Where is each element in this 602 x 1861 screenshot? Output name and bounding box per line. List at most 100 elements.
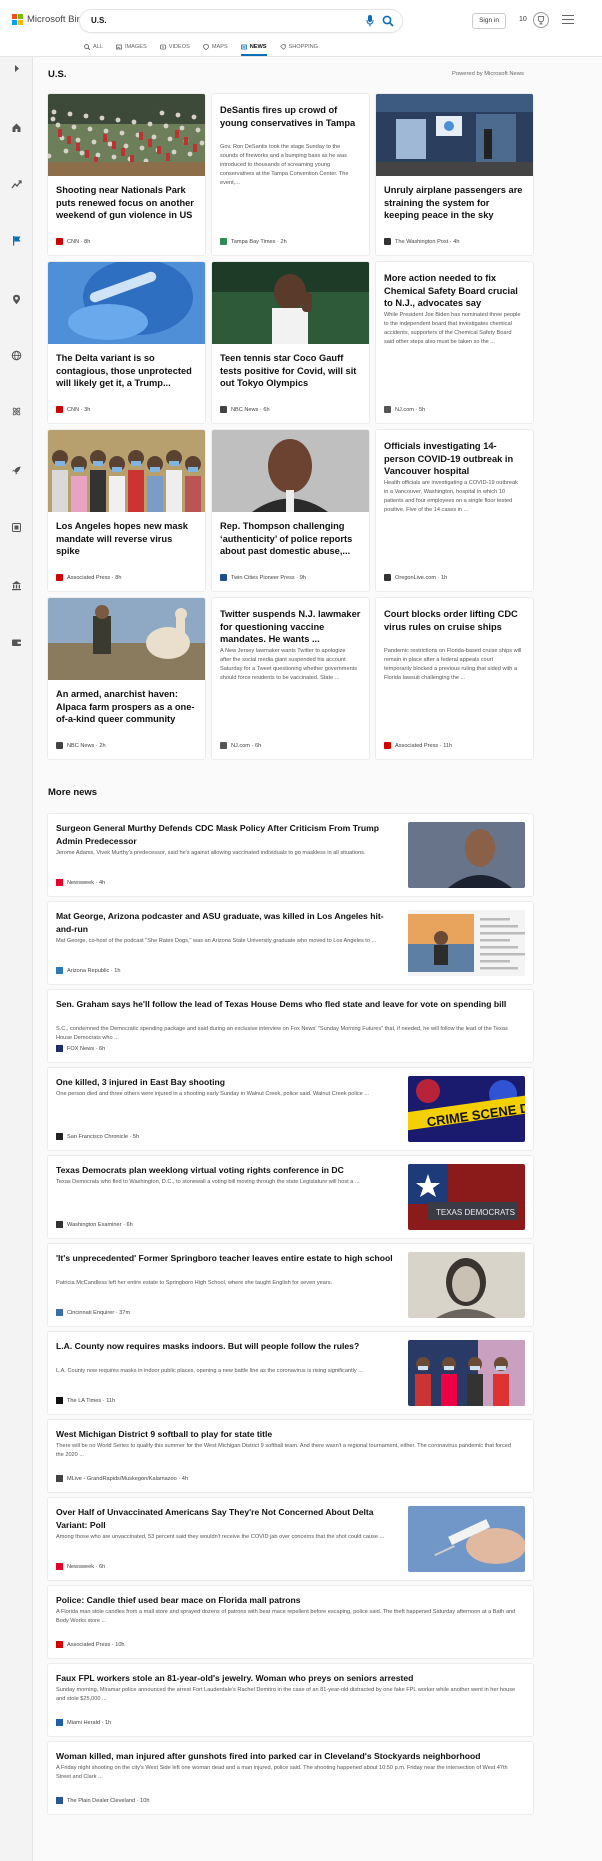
tab-videos[interactable]: VIDEOS <box>159 40 190 54</box>
card-title[interactable]: DeSantis fires up crowd of young conserv… <box>220 104 362 129</box>
card-title[interactable]: Teen tennis star Coco Gauff tests positi… <box>220 352 362 390</box>
vaccine-gloves-image[interactable] <box>48 262 205 344</box>
tab-images[interactable]: IMAGES <box>116 40 147 54</box>
card-title[interactable]: Twitter suspends N.J. lawmaker for quest… <box>220 608 362 646</box>
bing-logo[interactable]: Microsoft Bing <box>12 14 87 25</box>
crime-scene-tape-image[interactable]: CRIME SCENE D <box>408 1076 525 1142</box>
news-row[interactable]: Texas Democrats plan weeklong virtual vo… <box>48 1156 533 1238</box>
news-card[interactable]: Twitter suspends N.J. lawmaker for quest… <box>212 598 369 759</box>
card-title[interactable]: Unruly airplane passengers are straining… <box>384 184 526 222</box>
row-source[interactable]: Cincinnati Enquirer · 37m <box>56 1309 130 1316</box>
card-source[interactable]: CNN · 3h <box>56 406 90 413</box>
microphone-icon[interactable] <box>366 15 374 27</box>
news-card[interactable]: Shooting near Nationals Park puts renewe… <box>48 94 205 255</box>
search-box[interactable]: U.S. <box>80 10 402 32</box>
vintage-portrait-image[interactable] <box>408 1252 525 1318</box>
row-source[interactable]: The Plain Dealer Cleveland · 10h <box>56 1797 149 1804</box>
portrait-surgeon-general-image[interactable] <box>408 822 525 888</box>
card-title[interactable]: An armed, anarchist haven: Alpaca farm p… <box>56 688 198 726</box>
row-source[interactable]: The LA Times · 11h <box>56 1397 115 1404</box>
row-title[interactable]: Surgeon General Murthy Defends CDC Mask … <box>56 822 401 847</box>
card-source[interactable]: CNN · 8h <box>56 238 90 245</box>
news-card[interactable]: More action needed to fix Chemical Safet… <box>376 262 533 423</box>
news-card[interactable]: Teen tennis star Coco Gauff tests positi… <box>212 262 369 423</box>
news-row[interactable]: L.A. County now requires masks indoors. … <box>48 1332 533 1414</box>
card-source[interactable]: Associated Press · 11h <box>384 742 452 749</box>
card-source[interactable]: Twin Cities Pioneer Press · 9h <box>220 574 306 581</box>
news-row[interactable]: Woman killed, man injured after gunshots… <box>48 1742 533 1814</box>
row-source[interactable]: Newsweek · 4h <box>56 879 105 886</box>
news-row[interactable]: Surgeon General Murthy Defends CDC Mask … <box>48 814 533 896</box>
card-title[interactable]: Shooting near Nationals Park puts renewe… <box>56 184 198 222</box>
row-title[interactable]: Police: Candle thief used bear mace on F… <box>56 1594 526 1607</box>
airport-terminal-image[interactable] <box>376 94 533 176</box>
news-row[interactable]: Sen. Graham says he'll follow the lead o… <box>48 990 533 1062</box>
sidebar-trending[interactable] <box>9 177 23 191</box>
row-title[interactable]: One killed, 3 injured in East Bay shooti… <box>56 1076 401 1089</box>
card-title[interactable]: More action needed to fix Chemical Safet… <box>384 272 526 310</box>
social-post-beach-image[interactable] <box>408 910 525 976</box>
sidebar-us[interactable] <box>9 233 23 247</box>
sidebar-entertainment[interactable] <box>9 520 23 534</box>
tab-shopping[interactable]: SHOPPING <box>279 40 318 54</box>
news-card[interactable]: Officials investigating 14-person COVID-… <box>376 430 533 591</box>
row-title[interactable]: Texas Democrats plan weeklong virtual vo… <box>56 1164 401 1177</box>
row-source[interactable]: Newsweek · 6h <box>56 1563 105 1570</box>
row-title[interactable]: West Michigan District 9 softball to pla… <box>56 1428 526 1441</box>
tab-maps[interactable]: MAPS <box>202 40 228 54</box>
row-title[interactable]: Woman killed, man injured after gunshots… <box>56 1750 526 1763</box>
card-source[interactable]: NJ.com · 5h <box>384 406 425 413</box>
news-row[interactable]: Faux FPL workers stole an 81-year-old's … <box>48 1664 533 1736</box>
row-title[interactable]: 'It's unprecedented' Former Springboro t… <box>56 1252 401 1265</box>
rewards-count[interactable]: 10 <box>519 16 527 23</box>
alpaca-farm-image[interactable] <box>48 598 205 680</box>
texas-democrats-sign-image[interactable]: TEXAS DEMOCRATS <box>408 1164 525 1230</box>
row-title[interactable]: Over Half of Unvaccinated Americans Say … <box>56 1506 401 1531</box>
news-row[interactable]: Police: Candle thief used bear mace on F… <box>48 1586 533 1658</box>
baseball-stadium-crowd-image[interactable] <box>48 94 205 176</box>
news-row[interactable]: Over Half of Unvaccinated Americans Say … <box>48 1498 533 1580</box>
news-card[interactable]: An armed, anarchist haven: Alpaca farm p… <box>48 598 205 759</box>
tab-news[interactable]: NEWS <box>240 40 267 56</box>
search-query[interactable]: U.S. <box>91 16 107 25</box>
sidebar-science[interactable] <box>9 405 23 419</box>
news-card[interactable]: Unruly airplane passengers are straining… <box>376 94 533 255</box>
card-source[interactable]: NBC News · 6h <box>220 406 270 413</box>
news-row[interactable]: 'It's unprecedented' Former Springboro t… <box>48 1244 533 1326</box>
menu-hamburger-icon[interactable] <box>562 15 574 25</box>
card-source[interactable]: Associated Press · 8h <box>56 574 121 581</box>
sidebar-local[interactable] <box>9 292 23 306</box>
sidebar-politics[interactable] <box>9 579 23 593</box>
sidebar-home[interactable] <box>9 121 23 135</box>
card-title[interactable]: Los Angeles hopes new mask mandate will … <box>56 520 198 558</box>
card-title[interactable]: The Delta variant is so contagious, thos… <box>56 352 198 390</box>
card-source[interactable]: OregonLive.com · 1h <box>384 574 447 581</box>
sidebar-world[interactable] <box>9 349 23 363</box>
row-source[interactable]: Miami Herald · 1h <box>56 1719 111 1726</box>
tennis-player-image[interactable] <box>212 262 369 344</box>
portrait-man-image[interactable] <box>212 430 369 512</box>
row-title[interactable]: Mat George, Arizona podcaster and ASU gr… <box>56 910 401 935</box>
card-source[interactable]: Tampa Bay Times · 2h <box>220 238 287 245</box>
news-row[interactable]: Mat George, Arizona podcaster and ASU gr… <box>48 902 533 984</box>
card-source[interactable]: The Washington Post · 4h <box>384 238 460 245</box>
search-icon[interactable] <box>382 15 394 27</box>
news-row[interactable]: One killed, 3 injured in East Bay shooti… <box>48 1068 533 1150</box>
row-source[interactable]: MLive - GrandRapids/Muskegon/Kalamazoo ·… <box>56 1475 188 1482</box>
sidebar-business[interactable] <box>9 635 23 649</box>
card-title[interactable]: Court blocks order lifting CDC virus rul… <box>384 608 526 633</box>
row-source[interactable]: Arizona Republic · 1h <box>56 967 121 974</box>
row-source[interactable]: Washington Examiner · 6h <box>56 1221 133 1228</box>
news-card[interactable]: The Delta variant is so contagious, thos… <box>48 262 205 423</box>
card-source[interactable]: NJ.com · 6h <box>220 742 261 749</box>
row-title[interactable]: L.A. County now requires masks indoors. … <box>56 1340 401 1353</box>
row-source[interactable]: FOX News · 6h <box>56 1045 105 1052</box>
row-source[interactable]: San Francisco Chronicle · 5h <box>56 1133 139 1140</box>
card-source[interactable]: NBC News · 2h <box>56 742 106 749</box>
card-title[interactable]: Officials investigating 14-person COVID-… <box>384 440 526 478</box>
news-card[interactable]: DeSantis fires up crowd of young conserv… <box>212 94 369 255</box>
row-title[interactable]: Sen. Graham says he'll follow the lead o… <box>56 998 526 1011</box>
sidebar-expand[interactable] <box>9 62 23 76</box>
news-card[interactable]: Court blocks order lifting CDC virus rul… <box>376 598 533 759</box>
masked-crowd-image[interactable] <box>48 430 205 512</box>
